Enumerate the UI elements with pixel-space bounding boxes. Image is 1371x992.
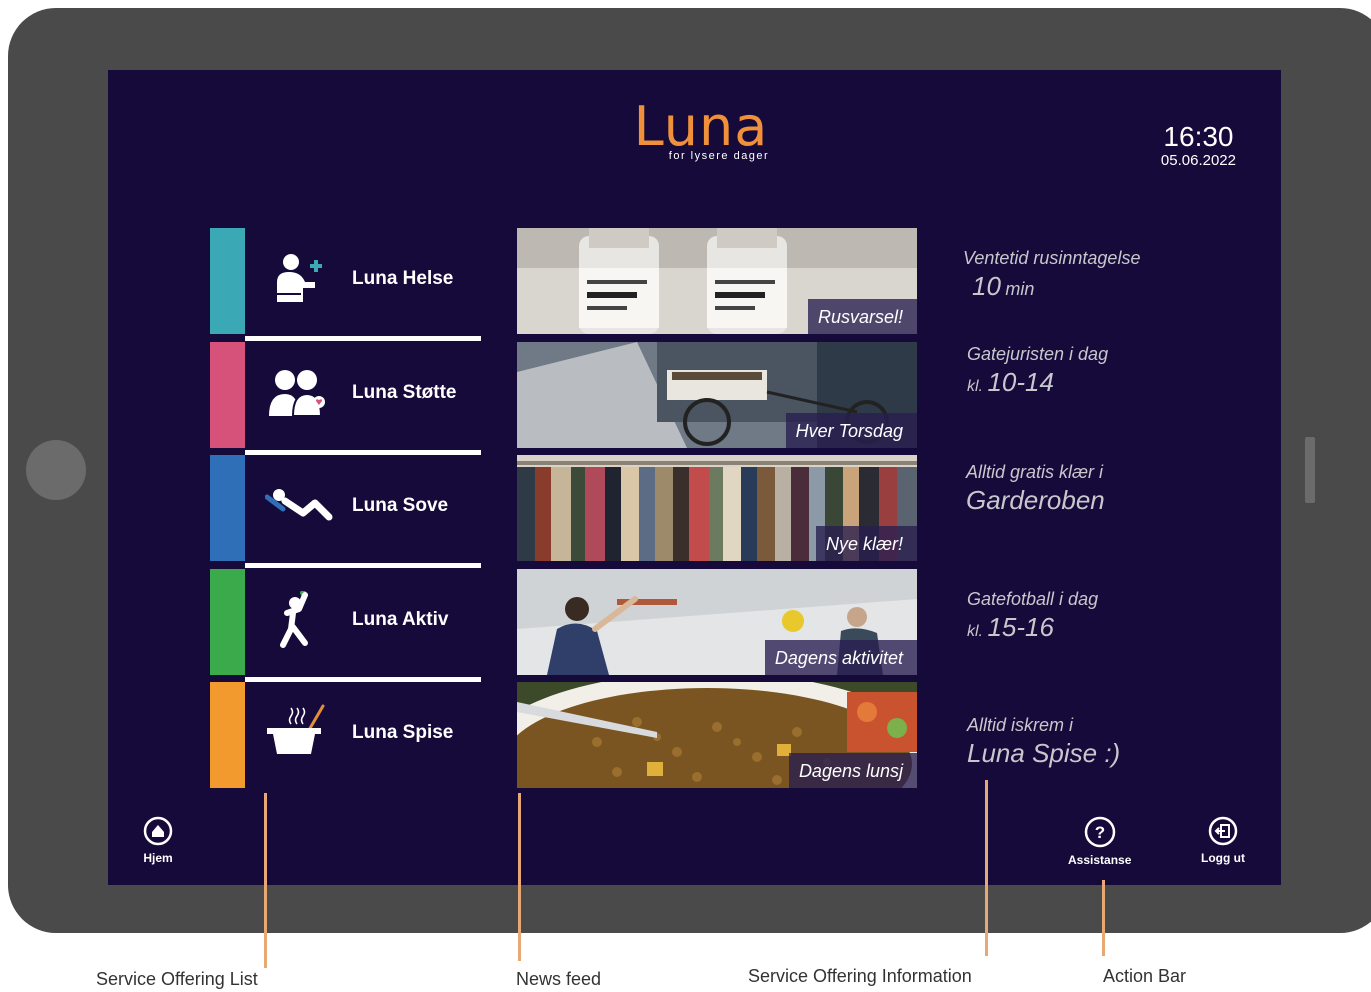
tablet-side-button[interactable] bbox=[1305, 437, 1315, 503]
svg-text:?: ? bbox=[1094, 823, 1104, 842]
assistance-button[interactable]: ? Assistanse bbox=[1068, 815, 1131, 867]
news-feed: Rusvarsel! Hver Torsdag Nye klær! Dagens… bbox=[517, 228, 917, 796]
callout-label-actions: Action Bar bbox=[1103, 966, 1187, 986]
news-caption: Nye klær! bbox=[815, 526, 917, 561]
info-unit: min bbox=[1005, 279, 1035, 299]
info-value: Luna Spise :) bbox=[967, 738, 1121, 768]
clock-date: 05.06.2022 bbox=[1160, 152, 1236, 169]
luna-logo: Luna for lysere dager bbox=[616, 95, 786, 163]
service-label: Luna Støtte bbox=[352, 381, 457, 403]
info-value: 10 bbox=[972, 271, 1001, 301]
service-label: Luna Helse bbox=[352, 268, 454, 289]
info-item-iskrem: Alltid iskrem i Luna Spise :) bbox=[967, 715, 1120, 769]
service-item-spise[interactable]: Luna Spise bbox=[210, 682, 481, 788]
home-icon bbox=[143, 816, 173, 846]
info-item-ventetid: Ventetid rusinntagelse 10 min bbox=[963, 248, 1140, 302]
news-caption: Dagens aktivitet bbox=[764, 639, 917, 675]
service-color-bar bbox=[210, 568, 245, 675]
callout-line-info bbox=[985, 780, 988, 956]
info-item-gatefotball: Gatefotball i dag kl. 15-16 bbox=[967, 589, 1098, 643]
info-prefix: kl. bbox=[967, 623, 983, 640]
news-card-rusvarsel[interactable]: Rusvarsel! bbox=[517, 228, 917, 334]
callout-line-services bbox=[264, 793, 267, 968]
sleep-person-icon bbox=[265, 489, 333, 521]
support-people-icon bbox=[269, 369, 325, 417]
info-title: Ventetid rusinntagelse bbox=[963, 248, 1141, 268]
home-label: Hjem bbox=[143, 851, 173, 865]
help-icon: ? bbox=[1084, 816, 1115, 848]
news-caption: Rusvarsel! bbox=[807, 299, 917, 334]
news-card-aktivitet[interactable]: Dagens aktivitet bbox=[517, 568, 917, 675]
service-color-bar bbox=[210, 228, 245, 334]
assistance-label: Assistanse bbox=[1068, 853, 1132, 867]
service-item-helse[interactable]: Luna Helse bbox=[210, 228, 481, 341]
service-item-aktiv[interactable]: Luna Aktiv bbox=[210, 568, 481, 682]
info-value: 10-14 bbox=[987, 367, 1054, 397]
clock-time: 16:30 bbox=[1163, 121, 1234, 152]
news-card-lunsj[interactable]: Dagens lunsj bbox=[517, 682, 917, 788]
news-card-gatejuristen[interactable]: Hver Torsdag bbox=[517, 341, 917, 448]
info-value: Garderoben bbox=[966, 485, 1105, 515]
service-label: Luna Sove bbox=[352, 495, 449, 516]
news-caption: Hver Torsdag bbox=[785, 412, 917, 448]
callout-label-services: Service Offering List bbox=[96, 969, 258, 989]
service-item-stotte[interactable]: Luna Støtte bbox=[210, 341, 481, 455]
cooking-pot-icon bbox=[267, 704, 325, 754]
service-color-bar bbox=[210, 682, 245, 788]
callout-line-actions bbox=[1102, 880, 1105, 956]
logout-button[interactable]: Logg ut bbox=[1201, 815, 1245, 865]
callout-label-info: Service Offering Information bbox=[748, 966, 972, 986]
callout-label-news: News feed bbox=[516, 969, 602, 989]
info-value: 15-16 bbox=[987, 612, 1054, 642]
info-prefix: kl. bbox=[967, 378, 983, 395]
info-item-gatejuristen: Gatejuristen i dag kl. 10-14 bbox=[967, 344, 1108, 398]
service-offering-list: Luna Helse Luna Støtte Luna Sove Luna Ak… bbox=[210, 228, 481, 796]
service-color-bar bbox=[210, 455, 245, 561]
news-caption: Dagens lunsj bbox=[788, 753, 917, 788]
service-label: Luna Aktiv bbox=[352, 608, 449, 630]
logout-label: Logg ut bbox=[1201, 851, 1245, 865]
app-screen: Luna for lysere dager 16:30 05.06.2022 L… bbox=[108, 70, 1281, 885]
info-title: Alltid gratis klær i bbox=[966, 462, 1104, 482]
info-title: Gatejuristen i dag bbox=[967, 344, 1109, 364]
home-button[interactable]: Hjem bbox=[142, 815, 174, 865]
clock: 16:30 05.06.2022 bbox=[1161, 122, 1236, 170]
active-person-icon bbox=[280, 590, 308, 648]
news-card-garderoben[interactable]: Nye klær! bbox=[517, 455, 917, 561]
service-color-bar bbox=[210, 341, 245, 448]
service-item-sove[interactable]: Luna Sove bbox=[210, 455, 481, 568]
info-title: Alltid iskrem i bbox=[967, 715, 1074, 735]
logo-wordmark: Luna bbox=[633, 95, 769, 158]
callout-line-news bbox=[518, 793, 521, 961]
tablet-home-button[interactable] bbox=[26, 440, 86, 500]
health-person-icon bbox=[277, 254, 322, 302]
service-label: Luna Spise bbox=[352, 722, 454, 743]
info-title: Gatefotball i dag bbox=[967, 589, 1099, 609]
logout-icon bbox=[1208, 816, 1238, 846]
info-item-garderoben: Alltid gratis klær i Garderoben bbox=[966, 462, 1105, 516]
